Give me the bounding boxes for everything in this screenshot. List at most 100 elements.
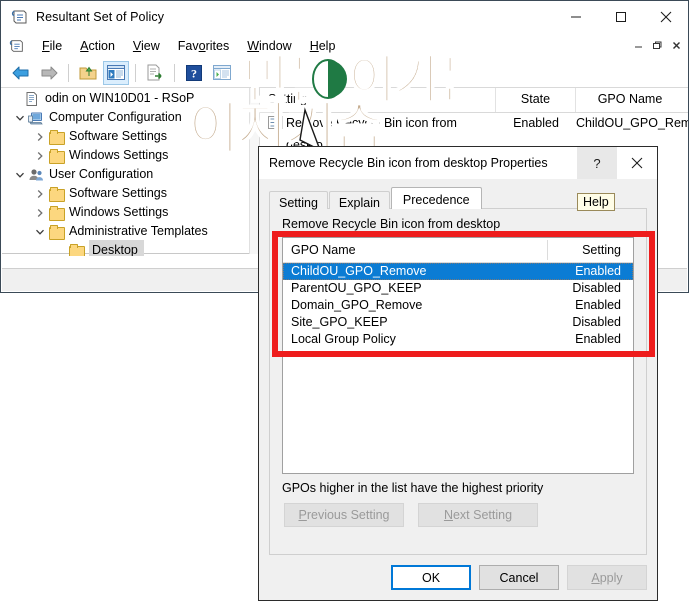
apply-button[interactable]: Apply — [567, 565, 647, 590]
svg-text:?: ? — [191, 66, 197, 80]
main-title-bar: Resultant Set of Policy — [1, 1, 688, 33]
tree-label: odin on WIN10D01 - RSoP — [45, 91, 195, 105]
precedence-note: GPOs higher in the list have the highest… — [282, 481, 544, 495]
gpo-row-name: Domain_GPO_Remove — [291, 298, 423, 312]
tree-item-rsop-root[interactable]: odin on WIN10D01 - RSoP — [2, 89, 249, 108]
gpo-list-row[interactable]: ChildOU_GPO_Remove Enabled — [283, 263, 633, 280]
up-folder-icon[interactable] — [75, 61, 101, 85]
settings-list-header: Setting State GPO Name — [260, 86, 688, 113]
gpo-precedence-list[interactable]: GPO Name Setting ChildOU_GPO_Remove Enab… — [282, 237, 634, 474]
tree-item-administrative-templates[interactable]: Administrative Templates — [2, 222, 249, 241]
gpo-row-setting: Disabled — [572, 281, 621, 295]
gpo-list-row[interactable]: Site_GPO_KEEP Disabled — [283, 314, 633, 331]
dialog-title-bar: Remove Recycle Bin icon from desktop Pro… — [259, 147, 657, 179]
chevron-down-icon[interactable] — [32, 224, 48, 240]
next-setting-button[interactable]: Next Setting — [418, 503, 538, 527]
navigation-buttons: Previous Setting Next Setting — [284, 503, 538, 527]
column-header-setting[interactable]: Setting — [260, 86, 496, 112]
gpo-row-setting: Enabled — [575, 298, 621, 312]
ok-button[interactable]: OK — [391, 565, 471, 590]
dialog-caption-buttons: ? — [577, 147, 657, 179]
tree-item-user-software-settings[interactable]: Software Settings — [2, 184, 249, 203]
show-action-pane-icon[interactable] — [209, 61, 235, 85]
menu-file[interactable]: File — [33, 37, 71, 55]
column-header-gpo-name[interactable]: GPO Name — [576, 86, 684, 112]
help-icon[interactable]: ? — [181, 61, 207, 85]
chevron-right-icon[interactable] — [32, 129, 48, 145]
show-hide-console-tree-icon[interactable] — [103, 60, 129, 85]
main-menu-bar: File Action View Favorites Window Help — [1, 33, 688, 58]
previous-setting-button[interactable]: Previous Setting — [284, 503, 404, 527]
main-caption-buttons — [553, 1, 688, 33]
chevron-down-icon[interactable] — [12, 167, 28, 183]
tree-item-computer-configuration[interactable]: Computer Configuration — [2, 108, 249, 127]
tab-explain[interactable]: Explain — [328, 191, 390, 210]
toolbar-separator — [68, 63, 69, 82]
policy-setting-icon — [268, 116, 283, 129]
gpo-column-header-setting[interactable]: Setting — [582, 238, 621, 262]
mdi-close-icon[interactable] — [667, 37, 686, 54]
help-question-icon[interactable]: ? — [577, 147, 617, 179]
close-icon[interactable] — [643, 1, 688, 33]
chevron-right-icon[interactable] — [32, 186, 48, 202]
folder-icon — [48, 205, 65, 221]
tree-label: Computer Configuration — [49, 110, 182, 124]
gpo-list-row[interactable]: Domain_GPO_Remove Enabled — [283, 297, 633, 314]
dialog-content: Setting Explain Precedence Remove Recycl… — [259, 179, 657, 600]
folder-icon — [48, 186, 65, 202]
dialog-tabs: Setting Explain Precedence — [269, 187, 483, 210]
cancel-button[interactable]: Cancel — [479, 565, 559, 590]
chevron-right-icon[interactable] — [32, 148, 48, 164]
column-divider[interactable] — [547, 240, 548, 260]
menu-help[interactable]: Help — [301, 37, 345, 55]
tree-label: Windows Settings — [69, 148, 169, 162]
computer-icon — [28, 110, 44, 126]
cell-setting: Remove Recycle Bin icon from desktop — [286, 116, 457, 152]
tree-item-user-windows-settings[interactable]: Windows Settings — [2, 203, 249, 222]
gpo-row-setting: Enabled — [575, 332, 621, 346]
console-root-icon — [24, 91, 40, 107]
gpo-row-name: Local Group Policy — [291, 332, 396, 346]
tree-item-computer-windows-settings[interactable]: Windows Settings — [2, 146, 249, 165]
console-tree: odin on WIN10D01 - RSoP Computer Configu… — [2, 86, 249, 261]
menu-view[interactable]: View — [124, 37, 169, 55]
cell-state: Enabled — [513, 116, 559, 130]
mdi-minimize-icon[interactable] — [629, 37, 648, 54]
dialog-title: Remove Recycle Bin icon from desktop Pro… — [269, 156, 548, 170]
export-list-icon[interactable] — [142, 61, 168, 85]
tree-item-computer-software-settings[interactable]: Software Settings — [2, 127, 249, 146]
console-tree-frame: odin on WIN10D01 - RSoP Computer Configu… — [2, 86, 250, 261]
screenshot-root: Resultant Set of Policy File Action View… — [0, 0, 691, 603]
gpo-row-name: ChildOU_GPO_Remove — [291, 264, 427, 278]
gpo-row-setting: Disabled — [572, 315, 621, 329]
settings-list-row[interactable]: Remove Recycle Bin icon from desktop Ena… — [260, 112, 688, 152]
gpo-list-header: GPO Name Setting — [283, 238, 633, 263]
chevron-right-icon[interactable] — [32, 205, 48, 221]
tab-precedence[interactable]: Precedence — [390, 187, 482, 209]
policy-scroll-icon-small — [9, 38, 25, 54]
chevron-down-icon[interactable] — [12, 110, 28, 126]
menu-favorites[interactable]: Favorites — [169, 37, 238, 55]
minimize-icon[interactable] — [553, 1, 598, 33]
forward-icon[interactable] — [36, 61, 62, 85]
tree-item-user-configuration[interactable]: User Configuration — [2, 165, 249, 184]
tree-label: Software Settings — [69, 129, 167, 143]
tree-label: Software Settings — [69, 186, 167, 200]
gpo-column-header-name[interactable]: GPO Name — [291, 238, 356, 262]
properties-dialog: Remove Recycle Bin icon from desktop Pro… — [258, 146, 658, 601]
gpo-list-row[interactable]: Local Group Policy Enabled — [283, 331, 633, 348]
menu-action[interactable]: Action — [71, 37, 124, 55]
gpo-list-row[interactable]: ParentOU_GPO_KEEP Disabled — [283, 280, 633, 297]
dialog-close-icon[interactable] — [617, 147, 657, 179]
maximize-icon[interactable] — [598, 1, 643, 33]
folder-icon — [48, 224, 65, 240]
tree-label: Windows Settings — [69, 205, 169, 219]
mdi-restore-icon[interactable] — [648, 37, 667, 54]
no-chevron-icon — [8, 91, 24, 107]
back-icon[interactable] — [8, 61, 34, 85]
menu-window[interactable]: Window — [238, 37, 300, 55]
help-tooltip: Help — [577, 193, 615, 211]
tab-setting[interactable]: Setting — [269, 191, 328, 210]
dialog-action-buttons: OK Cancel Apply — [391, 565, 647, 590]
column-header-state[interactable]: State — [496, 86, 576, 112]
